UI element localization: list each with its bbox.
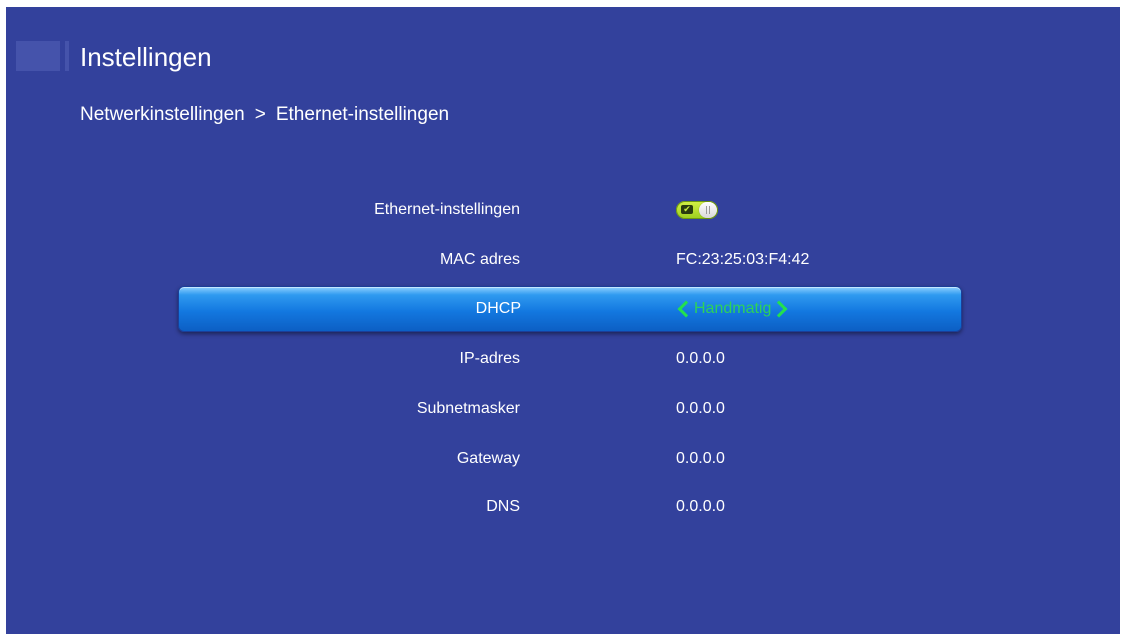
dns-value: 0.0.0.0 [676,498,725,515]
settings-screen: Instellingen Netwerkinstellingen > Etherne… [6,7,1120,634]
dhcp-label: DHCP [475,300,521,317]
row-ip-address[interactable]: IP-adres 0.0.0.0 [178,336,960,382]
toggle-knob [699,202,717,218]
ip-address-value: 0.0.0.0 [676,350,725,367]
row-ethernet-settings[interactable]: Ethernet-instellingen ✔ [178,187,960,233]
dns-label: DNS [486,498,520,515]
ethernet-settings-label: Ethernet-instellingen [374,201,520,218]
check-icon: ✔ [681,205,693,214]
settings-list: Ethernet-instellingen ✔ MAC adres FC:23:… [6,7,1120,634]
chevron-left-icon[interactable] [677,300,695,318]
dhcp-value: Handmatig [694,300,772,317]
ethernet-toggle[interactable]: ✔ [676,201,718,219]
row-dns[interactable]: DNS 0.0.0.0 [178,484,960,530]
row-dhcp[interactable]: DHCP Handmatig [178,286,962,332]
row-gateway[interactable]: Gateway 0.0.0.0 [178,436,960,482]
gateway-label: Gateway [456,450,520,467]
subnet-mask-label: Subnetmasker [416,400,520,417]
gateway-value: 0.0.0.0 [676,450,725,467]
ip-address-label: IP-adres [459,350,520,367]
dhcp-selector[interactable]: Handmatig [677,287,788,331]
chevron-right-icon[interactable] [770,300,788,318]
mac-address-label: MAC adres [439,251,520,268]
row-mac-address[interactable]: MAC adres FC:23:25:03:F4:42 [178,237,960,283]
row-subnet-mask[interactable]: Subnetmasker 0.0.0.0 [178,386,960,432]
mac-address-value: FC:23:25:03:F4:42 [676,251,810,268]
subnet-mask-value: 0.0.0.0 [676,400,725,417]
